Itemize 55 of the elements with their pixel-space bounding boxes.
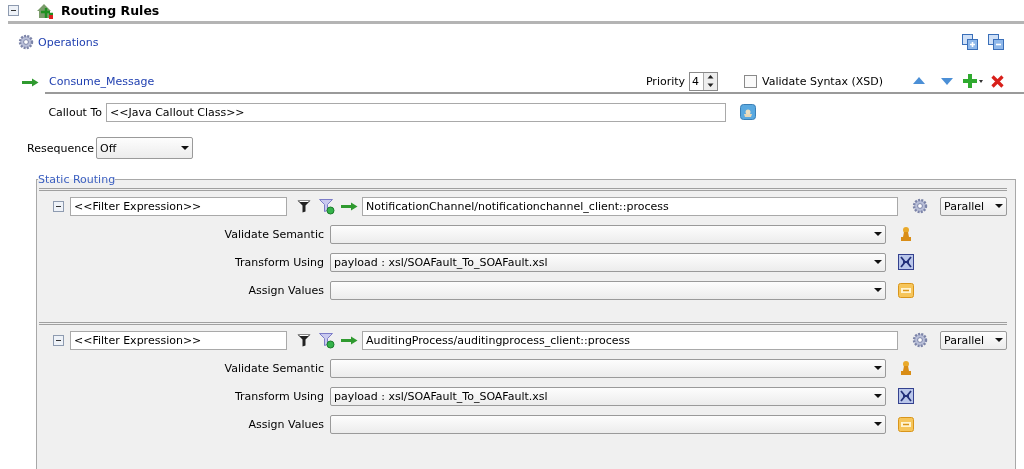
- add-group-icon[interactable]: [962, 34, 978, 50]
- field-dropdown[interactable]: payload : xsl/SOAFault_To_SOAFault.xsl: [330, 252, 886, 272]
- field-label: Transform Using: [234, 389, 325, 403]
- filter-icon[interactable]: [297, 333, 311, 347]
- arrow-icon: [341, 335, 358, 345]
- mode-dropdown[interactable]: Parallel: [940, 196, 1007, 216]
- section-title: Routing Rules: [61, 3, 160, 18]
- field-label: Validate Semantic: [223, 361, 325, 375]
- routing-rules-icon: [35, 1, 55, 20]
- filter-expression-field[interactable]: <<Filter Expression>>: [70, 196, 287, 216]
- mapping-icon[interactable]: [898, 388, 914, 404]
- mapping-icon[interactable]: [898, 254, 914, 270]
- gear-icon[interactable]: [912, 332, 928, 348]
- field-label: Resequence: [26, 141, 95, 155]
- collapse-icon[interactable]: [53, 334, 64, 346]
- filter-icon[interactable]: [297, 199, 311, 213]
- add-icon[interactable]: [963, 74, 983, 88]
- field-label: Transform Using: [234, 255, 325, 269]
- route-name-link[interactable]: Consume_Message: [49, 74, 155, 88]
- remove-group-icon[interactable]: [988, 34, 1004, 50]
- callout-icon[interactable]: [740, 104, 756, 120]
- assign-icon[interactable]: [898, 416, 914, 432]
- collapse-icon[interactable]: [8, 5, 19, 16]
- field-dropdown[interactable]: payload : xsl/SOAFault_To_SOAFault.xsl: [330, 386, 886, 406]
- operations-link[interactable]: Operations: [38, 35, 99, 49]
- priority-spinner[interactable]: 4: [689, 71, 719, 91]
- move-down-icon[interactable]: [941, 77, 953, 85]
- pawn-icon[interactable]: [898, 360, 914, 376]
- field-dropdown[interactable]: [330, 280, 886, 300]
- collapse-icon[interactable]: [53, 200, 64, 212]
- arrow-icon: [22, 77, 39, 87]
- pawn-icon[interactable]: [898, 226, 914, 242]
- gear-icon[interactable]: [912, 198, 928, 214]
- field-label: Assign Values: [247, 417, 325, 431]
- panel-title: Static Routing: [38, 173, 116, 186]
- field-label: Assign Values: [247, 283, 325, 297]
- field-label: Callout To: [47, 105, 103, 119]
- resequence-dropdown[interactable]: Off: [96, 137, 193, 159]
- filter-expression-field[interactable]: <<Filter Expression>>: [70, 330, 287, 350]
- service-field[interactable]: NotificationChannel/notificationchannel_client::process: [362, 196, 898, 216]
- checkbox[interactable]: [744, 74, 758, 88]
- gear-icon: [18, 34, 34, 50]
- field-dropdown[interactable]: [330, 358, 886, 378]
- assign-icon[interactable]: [898, 282, 914, 298]
- move-up-icon[interactable]: [913, 77, 925, 85]
- mode-dropdown[interactable]: Parallel: [940, 330, 1007, 350]
- checkbox-label: Validate Syntax (XSD): [762, 74, 883, 88]
- service-field[interactable]: AuditingProcess/auditingprocess_client::process: [362, 330, 898, 350]
- priority-label: Priority: [645, 74, 686, 88]
- arrow-icon: [341, 201, 358, 211]
- field-label: Validate Semantic: [223, 227, 325, 241]
- field-dropdown[interactable]: [330, 224, 886, 244]
- field-dropdown[interactable]: [330, 414, 886, 434]
- callout-field[interactable]: <<Java Callout Class>>: [106, 102, 726, 122]
- delete-icon[interactable]: [991, 74, 1004, 88]
